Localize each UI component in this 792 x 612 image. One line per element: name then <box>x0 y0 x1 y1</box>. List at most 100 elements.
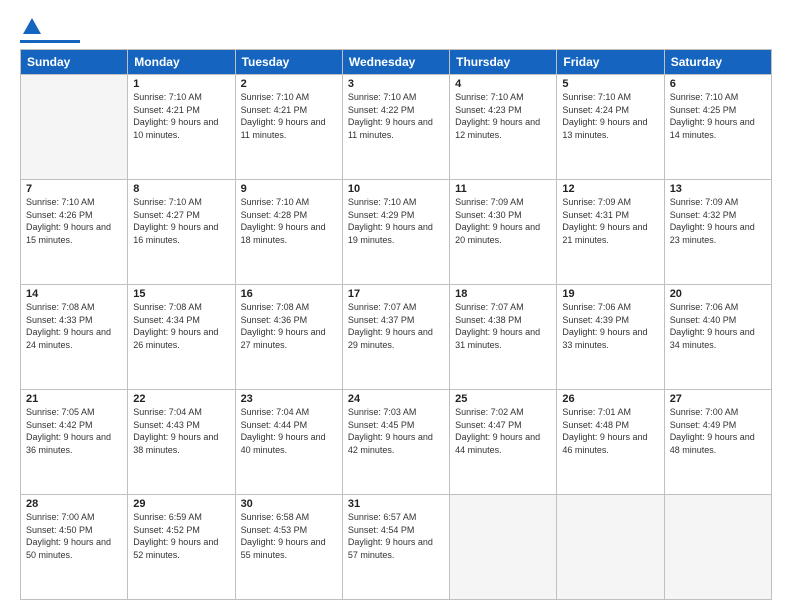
day-info: Sunrise: 7:03 AMSunset: 4:45 PMDaylight:… <box>348 406 444 456</box>
day-number: 21 <box>26 393 122 405</box>
weekday-header-saturday: Saturday <box>664 50 771 75</box>
calendar-cell <box>664 495 771 600</box>
calendar-cell: 15Sunrise: 7:08 AMSunset: 4:34 PMDayligh… <box>128 285 235 390</box>
calendar-cell: 25Sunrise: 7:02 AMSunset: 4:47 PMDayligh… <box>450 390 557 495</box>
calendar-cell: 6Sunrise: 7:10 AMSunset: 4:25 PMDaylight… <box>664 75 771 180</box>
calendar-cell <box>557 495 664 600</box>
day-info: Sunrise: 7:04 AMSunset: 4:44 PMDaylight:… <box>241 406 337 456</box>
calendar-cell: 17Sunrise: 7:07 AMSunset: 4:37 PMDayligh… <box>342 285 449 390</box>
calendar-cell: 22Sunrise: 7:04 AMSunset: 4:43 PMDayligh… <box>128 390 235 495</box>
day-number: 30 <box>241 498 337 510</box>
day-number: 2 <box>241 78 337 90</box>
day-number: 19 <box>562 288 658 300</box>
calendar-cell: 24Sunrise: 7:03 AMSunset: 4:45 PMDayligh… <box>342 390 449 495</box>
day-info: Sunrise: 7:10 AMSunset: 4:28 PMDaylight:… <box>241 196 337 246</box>
day-number: 29 <box>133 498 229 510</box>
calendar-cell: 28Sunrise: 7:00 AMSunset: 4:50 PMDayligh… <box>21 495 128 600</box>
calendar-cell: 29Sunrise: 6:59 AMSunset: 4:52 PMDayligh… <box>128 495 235 600</box>
day-number: 18 <box>455 288 551 300</box>
day-number: 25 <box>455 393 551 405</box>
calendar-cell <box>21 75 128 180</box>
day-info: Sunrise: 7:10 AMSunset: 4:24 PMDaylight:… <box>562 91 658 141</box>
day-number: 22 <box>133 393 229 405</box>
day-number: 31 <box>348 498 444 510</box>
day-number: 24 <box>348 393 444 405</box>
calendar-table: SundayMondayTuesdayWednesdayThursdayFrid… <box>20 49 772 600</box>
day-number: 20 <box>670 288 766 300</box>
day-info: Sunrise: 7:10 AMSunset: 4:21 PMDaylight:… <box>241 91 337 141</box>
calendar-cell: 27Sunrise: 7:00 AMSunset: 4:49 PMDayligh… <box>664 390 771 495</box>
day-number: 17 <box>348 288 444 300</box>
week-row-5: 28Sunrise: 7:00 AMSunset: 4:50 PMDayligh… <box>21 495 772 600</box>
logo-triangle-icon <box>21 16 43 38</box>
day-info: Sunrise: 7:08 AMSunset: 4:33 PMDaylight:… <box>26 301 122 351</box>
calendar-cell: 30Sunrise: 6:58 AMSunset: 4:53 PMDayligh… <box>235 495 342 600</box>
calendar-cell: 4Sunrise: 7:10 AMSunset: 4:23 PMDaylight… <box>450 75 557 180</box>
calendar-cell <box>450 495 557 600</box>
day-number: 1 <box>133 78 229 90</box>
day-info: Sunrise: 6:58 AMSunset: 4:53 PMDaylight:… <box>241 511 337 561</box>
calendar-cell: 13Sunrise: 7:09 AMSunset: 4:32 PMDayligh… <box>664 180 771 285</box>
calendar-cell: 18Sunrise: 7:07 AMSunset: 4:38 PMDayligh… <box>450 285 557 390</box>
weekday-header-thursday: Thursday <box>450 50 557 75</box>
day-info: Sunrise: 7:02 AMSunset: 4:47 PMDaylight:… <box>455 406 551 456</box>
day-info: Sunrise: 7:08 AMSunset: 4:36 PMDaylight:… <box>241 301 337 351</box>
weekday-header-tuesday: Tuesday <box>235 50 342 75</box>
day-info: Sunrise: 7:10 AMSunset: 4:21 PMDaylight:… <box>133 91 229 141</box>
week-row-3: 14Sunrise: 7:08 AMSunset: 4:33 PMDayligh… <box>21 285 772 390</box>
day-number: 15 <box>133 288 229 300</box>
week-row-2: 7Sunrise: 7:10 AMSunset: 4:26 PMDaylight… <box>21 180 772 285</box>
day-number: 3 <box>348 78 444 90</box>
day-number: 23 <box>241 393 337 405</box>
calendar-cell: 5Sunrise: 7:10 AMSunset: 4:24 PMDaylight… <box>557 75 664 180</box>
day-info: Sunrise: 7:01 AMSunset: 4:48 PMDaylight:… <box>562 406 658 456</box>
day-info: Sunrise: 6:57 AMSunset: 4:54 PMDaylight:… <box>348 511 444 561</box>
calendar-cell: 7Sunrise: 7:10 AMSunset: 4:26 PMDaylight… <box>21 180 128 285</box>
day-info: Sunrise: 7:10 AMSunset: 4:22 PMDaylight:… <box>348 91 444 141</box>
day-info: Sunrise: 7:05 AMSunset: 4:42 PMDaylight:… <box>26 406 122 456</box>
page: SundayMondayTuesdayWednesdayThursdayFrid… <box>0 0 792 612</box>
weekday-header-row: SundayMondayTuesdayWednesdayThursdayFrid… <box>21 50 772 75</box>
day-number: 28 <box>26 498 122 510</box>
weekday-header-sunday: Sunday <box>21 50 128 75</box>
day-number: 10 <box>348 183 444 195</box>
calendar-cell: 1Sunrise: 7:10 AMSunset: 4:21 PMDaylight… <box>128 75 235 180</box>
day-info: Sunrise: 7:10 AMSunset: 4:26 PMDaylight:… <box>26 196 122 246</box>
day-number: 6 <box>670 78 766 90</box>
day-number: 27 <box>670 393 766 405</box>
weekday-header-monday: Monday <box>128 50 235 75</box>
calendar-cell: 12Sunrise: 7:09 AMSunset: 4:31 PMDayligh… <box>557 180 664 285</box>
day-info: Sunrise: 7:09 AMSunset: 4:30 PMDaylight:… <box>455 196 551 246</box>
day-info: Sunrise: 7:10 AMSunset: 4:25 PMDaylight:… <box>670 91 766 141</box>
day-number: 8 <box>133 183 229 195</box>
week-row-4: 21Sunrise: 7:05 AMSunset: 4:42 PMDayligh… <box>21 390 772 495</box>
day-info: Sunrise: 7:06 AMSunset: 4:40 PMDaylight:… <box>670 301 766 351</box>
calendar-cell: 3Sunrise: 7:10 AMSunset: 4:22 PMDaylight… <box>342 75 449 180</box>
weekday-header-friday: Friday <box>557 50 664 75</box>
day-number: 7 <box>26 183 122 195</box>
day-number: 26 <box>562 393 658 405</box>
day-number: 14 <box>26 288 122 300</box>
day-info: Sunrise: 7:07 AMSunset: 4:38 PMDaylight:… <box>455 301 551 351</box>
day-number: 11 <box>455 183 551 195</box>
day-number: 9 <box>241 183 337 195</box>
day-number: 13 <box>670 183 766 195</box>
day-number: 4 <box>455 78 551 90</box>
day-info: Sunrise: 7:00 AMSunset: 4:49 PMDaylight:… <box>670 406 766 456</box>
calendar-cell: 11Sunrise: 7:09 AMSunset: 4:30 PMDayligh… <box>450 180 557 285</box>
day-info: Sunrise: 7:04 AMSunset: 4:43 PMDaylight:… <box>133 406 229 456</box>
day-number: 5 <box>562 78 658 90</box>
day-info: Sunrise: 7:07 AMSunset: 4:37 PMDaylight:… <box>348 301 444 351</box>
header <box>20 16 772 43</box>
calendar-cell: 2Sunrise: 7:10 AMSunset: 4:21 PMDaylight… <box>235 75 342 180</box>
day-number: 16 <box>241 288 337 300</box>
day-info: Sunrise: 7:09 AMSunset: 4:31 PMDaylight:… <box>562 196 658 246</box>
weekday-header-wednesday: Wednesday <box>342 50 449 75</box>
day-number: 12 <box>562 183 658 195</box>
calendar-cell: 9Sunrise: 7:10 AMSunset: 4:28 PMDaylight… <box>235 180 342 285</box>
day-info: Sunrise: 7:09 AMSunset: 4:32 PMDaylight:… <box>670 196 766 246</box>
calendar-cell: 21Sunrise: 7:05 AMSunset: 4:42 PMDayligh… <box>21 390 128 495</box>
calendar-cell: 19Sunrise: 7:06 AMSunset: 4:39 PMDayligh… <box>557 285 664 390</box>
day-info: Sunrise: 7:10 AMSunset: 4:27 PMDaylight:… <box>133 196 229 246</box>
calendar-cell: 8Sunrise: 7:10 AMSunset: 4:27 PMDaylight… <box>128 180 235 285</box>
